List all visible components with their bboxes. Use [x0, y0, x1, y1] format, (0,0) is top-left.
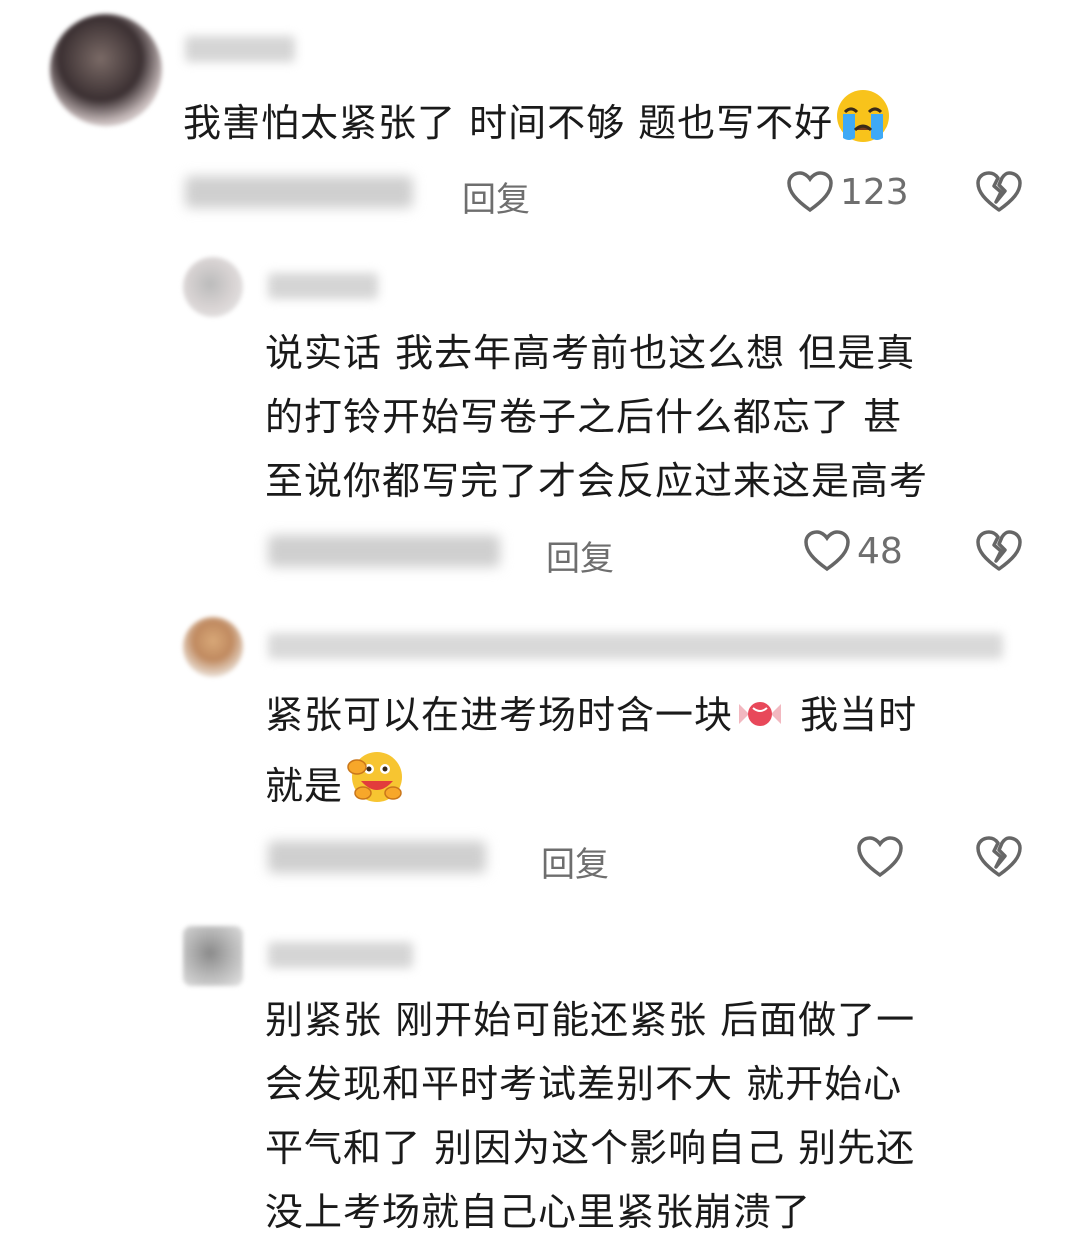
comment-1: 我害怕太紧张了 时间不够 题也写不好 回复 123: [0, 14, 1080, 224]
text-segment: 紧张可以在进考场时含一块: [265, 693, 734, 737]
timestamp: [185, 176, 413, 208]
broken-heart-icon: [976, 836, 1022, 877]
comment-text: 说实话 我去年高考前也这么想 但是真 的打铃开始写卷子之后什么都忘了 甚 至说你…: [265, 321, 928, 513]
text-segment: 就是: [265, 764, 344, 808]
reply-button[interactable]: 回复: [541, 837, 609, 886]
crying-face-emoji: [833, 86, 893, 144]
text-line: 说实话 我去年高考前也这么想 但是真: [265, 331, 916, 375]
reply-button[interactable]: 回复: [546, 531, 614, 580]
text-segment: 我当时: [787, 693, 918, 737]
comment-4: 别紧张 刚开始可能还紧张 后面做了一 会发现和平时考试差别不大 就开始心 平气和…: [0, 926, 1080, 1249]
hugging-face-emoji: [343, 747, 409, 807]
text-line: 就是: [265, 747, 917, 818]
heart-icon: [857, 836, 903, 878]
comment-text: 我害怕太紧张了 时间不够 题也写不好: [183, 86, 893, 155]
comment-text: 紧张可以在进考场时含一块 我当时 就是: [265, 683, 917, 818]
comment-2: 说实话 我去年高考前也这么想 但是真 的打铃开始写卷子之后什么都忘了 甚 至说你…: [0, 257, 1080, 587]
text-line: 没上考场就自己心里紧张崩溃了: [265, 1190, 812, 1234]
text-line: 至说你都写完了才会反应过来这是高考: [265, 459, 929, 503]
dislike-button[interactable]: [975, 170, 1023, 214]
candy-emoji: [733, 692, 787, 736]
timestamp: [268, 841, 486, 873]
username[interactable]: [268, 273, 378, 299]
username[interactable]: [268, 633, 1003, 659]
comment-text: 别紧张 刚开始可能还紧张 后面做了一 会发现和平时考试差别不大 就开始心 平气和…: [265, 988, 915, 1244]
like-count: 48: [857, 530, 903, 572]
username[interactable]: [185, 36, 295, 62]
text-line: 紧张可以在进考场时含一块 我当时: [265, 683, 917, 747]
like-button[interactable]: [856, 835, 910, 879]
avatar[interactable]: [50, 14, 162, 126]
comment-body: 我害怕太紧张了 时间不够 题也写不好: [183, 101, 834, 145]
avatar[interactable]: [183, 617, 243, 677]
avatar[interactable]: [183, 257, 243, 317]
broken-heart-icon: [976, 530, 1022, 571]
dislike-button[interactable]: [975, 835, 1023, 879]
comment-meta: 回复 123: [0, 170, 1080, 220]
comment-meta: 回复: [0, 835, 1080, 885]
text-line: 平气和了 别因为这个影响自己 别先还: [265, 1126, 916, 1170]
avatar[interactable]: [183, 926, 243, 986]
like-count: 123: [840, 171, 909, 213]
text-line: 会发现和平时考试差别不大 就开始心: [265, 1062, 903, 1106]
timestamp: [268, 535, 500, 567]
like-button[interactable]: 123: [786, 170, 909, 214]
reply-button[interactable]: 回复: [462, 172, 530, 221]
comment-meta: 回复 48: [0, 529, 1080, 579]
dislike-button[interactable]: [975, 529, 1023, 573]
heart-icon: [787, 171, 833, 213]
text-line: 别紧张 刚开始可能还紧张 后面做了一: [265, 998, 916, 1042]
comment-3: 紧张可以在进考场时含一块 我当时 就是 回复: [0, 617, 1080, 887]
like-button[interactable]: 48: [803, 529, 903, 573]
heart-icon: [804, 530, 850, 572]
username[interactable]: [268, 942, 413, 968]
broken-heart-icon: [976, 171, 1022, 212]
text-line: 的打铃开始写卷子之后什么都忘了 甚: [265, 395, 903, 439]
